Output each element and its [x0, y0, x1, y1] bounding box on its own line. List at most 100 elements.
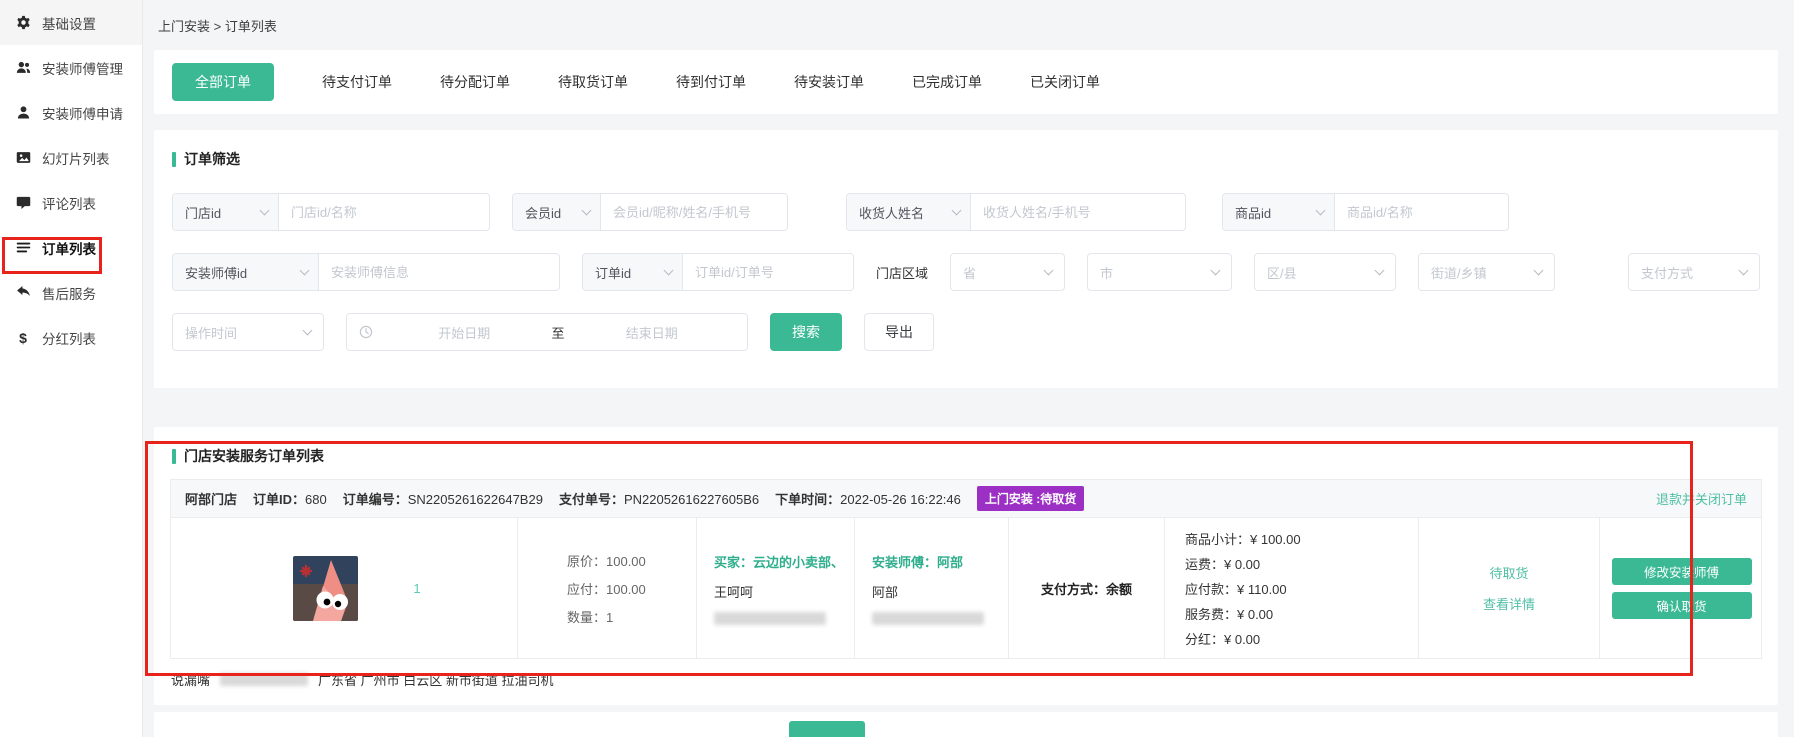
sidebar-item-dividend[interactable]: $ 分红列表	[0, 315, 142, 360]
amount-payable: 应付款：¥ 110.00	[1185, 579, 1418, 598]
installer-info-input[interactable]	[319, 254, 559, 290]
green-bar-icon	[172, 152, 176, 167]
product-qty: 1	[413, 581, 420, 596]
bottom-panel	[154, 712, 1778, 737]
tab-all-orders[interactable]: 全部订单	[172, 63, 274, 101]
sidebar-item-label: 订单列表	[42, 238, 96, 258]
date-range-picker[interactable]: 开始日期 至 结束日期	[346, 313, 748, 351]
chevron-down-icon	[300, 265, 310, 275]
sidebar-item-installer-apply[interactable]: 安装师傅申请	[0, 90, 142, 135]
store-name: 阿部门店	[185, 489, 237, 508]
chevron-down-icon	[952, 205, 962, 215]
sidebar-item-order-list[interactable]: 订单列表	[0, 225, 142, 270]
sidebar-item-label: 基础设置	[42, 13, 96, 33]
filter-member-field: 会员id	[512, 193, 788, 231]
sidebar-item-label: 售后服务	[42, 283, 96, 303]
status-badge: 上门安装 :待取货	[977, 486, 1084, 511]
order-id-input[interactable]	[683, 254, 853, 290]
sidebar: 基础设置 安装师傅管理 安装师傅申请 幻灯片列表 评论列表 订单列表 售后服务 …	[0, 0, 143, 737]
view-detail-link[interactable]: 查看详情	[1483, 594, 1535, 613]
order-status-tabs: 全部订单 待支付订单 待分配订单 待取货订单 待到付订单 待安装订单 已完成订单…	[154, 50, 1778, 114]
tab-pending-install[interactable]: 待安装订单	[794, 72, 864, 92]
breadcrumb-parent[interactable]: 上门安装	[158, 19, 210, 34]
date-start-input[interactable]: 开始日期	[381, 323, 548, 342]
filter-store-field: 门店id	[172, 193, 490, 231]
export-button[interactable]: 导出	[864, 313, 934, 351]
district-select[interactable]: 区/县	[1254, 253, 1396, 291]
tab-pending-payment[interactable]: 待支付订单	[322, 72, 392, 92]
order-list-title-text: 门店安装服务订单列表	[184, 446, 324, 466]
date-separator: 至	[548, 323, 569, 342]
address-text: 广东省 广州市 白云区 新市街道 拉油司机	[318, 670, 553, 689]
order-id-select[interactable]: 订单id	[583, 254, 683, 290]
order-time: 下单时间：2022-05-26 16:22:46	[775, 489, 961, 508]
bottom-partial-button[interactable]	[789, 721, 865, 737]
sidebar-item-installer-management[interactable]: 安装师傅管理	[0, 45, 142, 90]
chevron-down-icon	[664, 265, 674, 275]
province-select[interactable]: 省	[950, 253, 1065, 291]
order-table: 1 原价：100.00 应付：100.00 数量：1 买家：云边的小卖部、 王呵…	[171, 518, 1761, 658]
amount-service-fee: 服务费：¥ 0.00	[1185, 604, 1418, 623]
price-qty: 数量：1	[567, 607, 696, 626]
slides-icon	[15, 150, 31, 165]
tab-pending-pickup[interactable]: 待取货订单	[558, 72, 628, 92]
filter-title-text: 订单筛选	[184, 149, 240, 169]
aftersale-reply-icon	[15, 285, 31, 300]
chevron-down-icon	[1534, 265, 1544, 275]
sidebar-item-label: 安装师傅申请	[42, 103, 123, 123]
filter-installer-field: 安装师傅id	[172, 253, 560, 291]
city-select[interactable]: 市	[1087, 253, 1232, 291]
order-address: 说漏嘴 广东省 广州市 白云区 新市街道 拉油司机	[154, 659, 1778, 689]
breadcrumb: 上门安装 > 订单列表	[144, 0, 1794, 35]
redacted-address-phone	[220, 673, 308, 686]
search-button[interactable]: 搜索	[770, 313, 842, 351]
sidebar-item-comments[interactable]: 评论列表	[0, 180, 142, 225]
receiver-name-select[interactable]: 收货人姓名	[847, 194, 971, 230]
pay-method-select[interactable]: 支付方式	[1628, 253, 1760, 291]
refund-close-link[interactable]: 退款并关闭订单	[1656, 489, 1747, 508]
operate-time-select[interactable]: 操作时间	[172, 313, 324, 351]
breadcrumb-separator: >	[214, 19, 222, 34]
product-id-input[interactable]	[1335, 194, 1508, 230]
modify-installer-button[interactable]: 修改安装师傅	[1612, 558, 1752, 585]
payment-method: 支付方式：余额	[1041, 579, 1132, 598]
receiver-name-input[interactable]	[971, 194, 1185, 230]
store-id-select[interactable]: 门店id	[173, 194, 279, 230]
tab-pending-assign[interactable]: 待分配订单	[440, 72, 510, 92]
member-id-select[interactable]: 会员id	[513, 194, 601, 230]
sidebar-item-basic-settings[interactable]: 基础设置	[0, 0, 142, 45]
status-link[interactable]: 待取货	[1489, 563, 1528, 582]
sidebar-item-label: 安装师傅管理	[42, 58, 123, 78]
chevron-down-icon	[260, 205, 270, 215]
date-end-input[interactable]: 结束日期	[569, 323, 736, 342]
order-cell-payment: 支付方式：余额	[1008, 518, 1164, 658]
amount-dividend: 分红：¥ 0.00	[1185, 629, 1418, 648]
amount-shipping: 运费：¥ 0.00	[1185, 554, 1418, 573]
region-label: 门店区域	[876, 263, 928, 282]
store-id-input[interactable]	[279, 194, 489, 230]
order-cell-product: 1	[171, 518, 517, 658]
installer-label: 安装师傅：阿部	[872, 552, 1008, 571]
street-select[interactable]: 街道/乡镇	[1418, 253, 1555, 291]
chevron-down-icon	[1316, 205, 1326, 215]
gear-icon	[15, 15, 31, 30]
confirm-pickup-button[interactable]: 确认取货	[1612, 592, 1752, 619]
price-payable: 应付：100.00	[567, 579, 696, 598]
filter-receiver-field: 收货人姓名	[846, 193, 1186, 231]
order-cell-price: 原价：100.00 应付：100.00 数量：1	[517, 518, 696, 658]
tab-pending-cod[interactable]: 待到付订单	[676, 72, 746, 92]
order-cell-buyer: 买家：云边的小卖部、 王呵呵	[696, 518, 854, 658]
product-image[interactable]	[293, 556, 358, 621]
chevron-down-icon	[303, 325, 313, 335]
tab-completed[interactable]: 已完成订单	[912, 72, 982, 92]
member-id-input[interactable]	[601, 194, 787, 230]
filter-title: 订单筛选	[154, 130, 1778, 169]
pay-sn: 支付单号：PN22052616227605B6	[559, 489, 759, 508]
product-id-select[interactable]: 商品id	[1223, 194, 1335, 230]
user-icon	[15, 105, 31, 120]
users-icon	[15, 60, 31, 75]
sidebar-item-slides[interactable]: 幻灯片列表	[0, 135, 142, 180]
installer-id-select[interactable]: 安装师傅id	[173, 254, 319, 290]
tab-closed[interactable]: 已关闭订单	[1030, 72, 1100, 92]
sidebar-item-aftersale[interactable]: 售后服务	[0, 270, 142, 315]
